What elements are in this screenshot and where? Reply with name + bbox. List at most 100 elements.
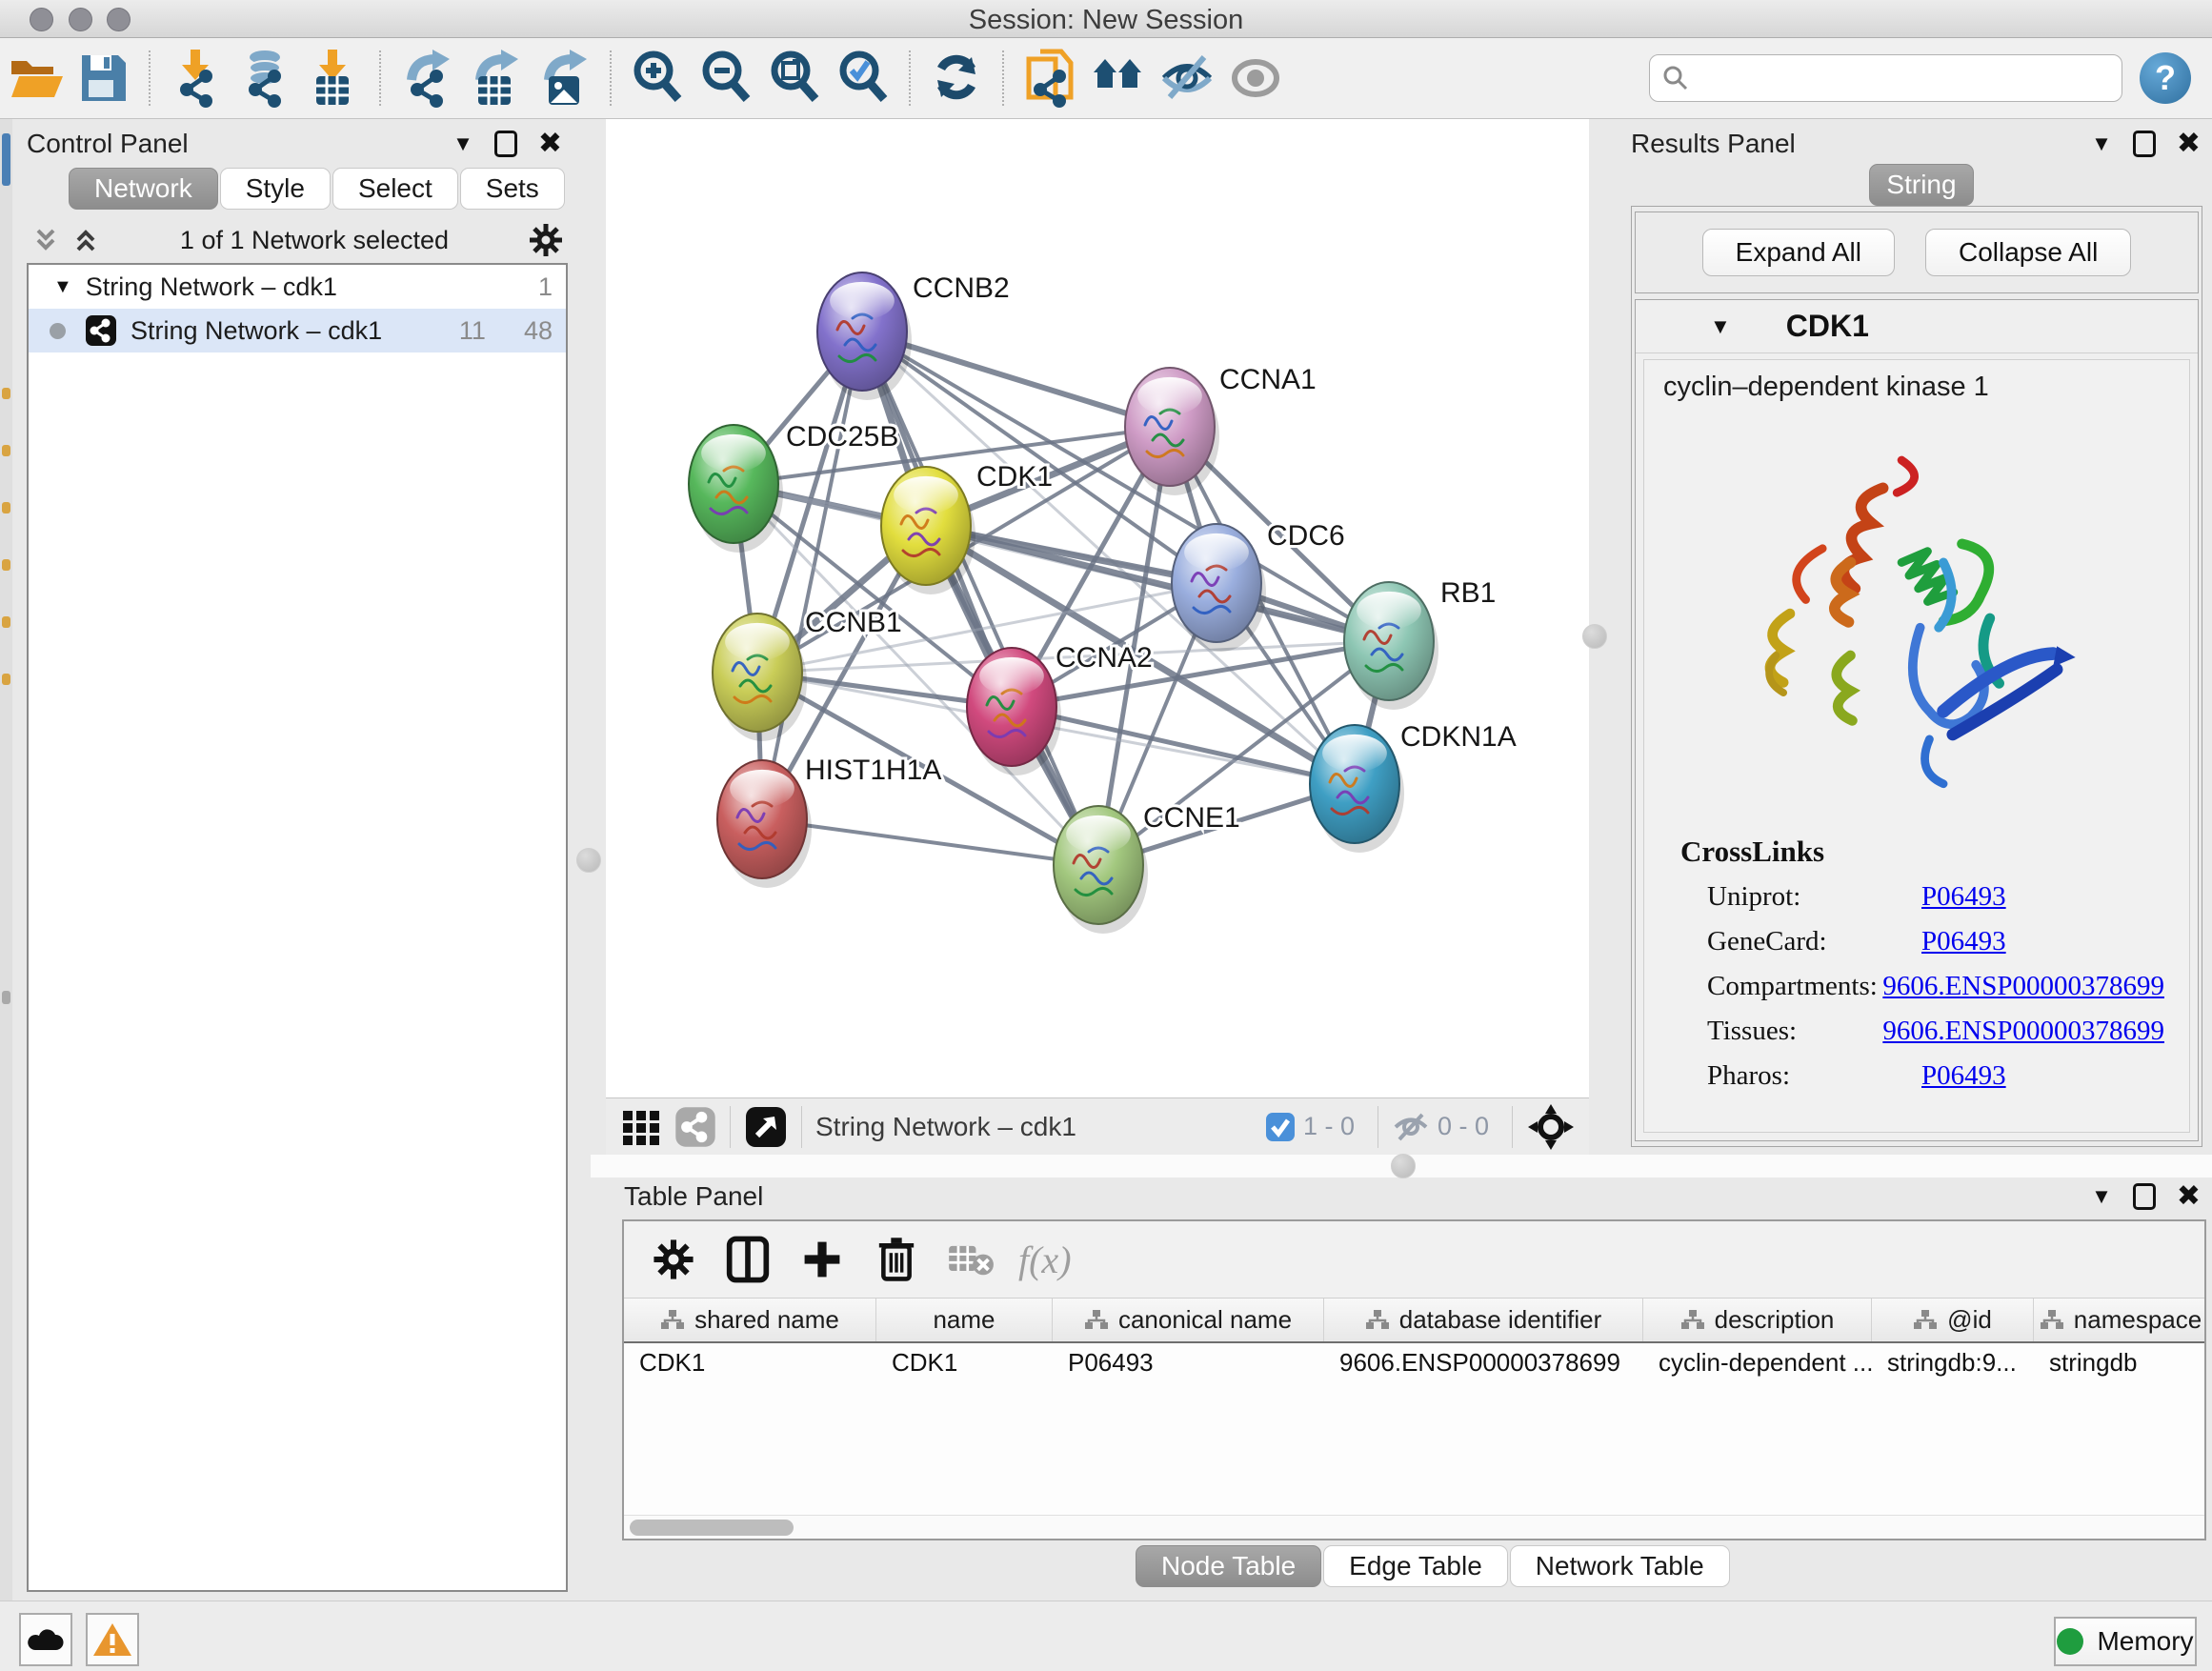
table-cell[interactable]: 9606.ENSP00000378699: [1324, 1343, 1643, 1381]
node-HIST1H1A[interactable]: HIST1H1A: [717, 755, 941, 888]
control-panel-float-icon[interactable]: [494, 131, 517, 157]
table-panel-float-icon[interactable]: [2133, 1183, 2156, 1210]
selected-checkbox-icon[interactable]: [1265, 1112, 1296, 1142]
table-hscrollbar[interactable]: [624, 1515, 2204, 1539]
results-panel-menu-icon[interactable]: ▼: [2091, 131, 2112, 156]
tree-expander-icon[interactable]: ▼: [53, 276, 72, 298]
node-CCNB1[interactable]: CCNB1: [713, 607, 902, 741]
table-cell[interactable]: stringdb:9...: [1872, 1343, 2034, 1381]
table-cell[interactable]: P06493: [1053, 1343, 1324, 1381]
left-splitter-handle[interactable]: [576, 848, 601, 873]
network-from-selection-icon[interactable]: [1021, 50, 1078, 107]
show-columns-icon[interactable]: [721, 1233, 774, 1286]
network-options-gear-icon[interactable]: [528, 222, 564, 258]
column-header-shared-name[interactable]: shared name: [624, 1299, 876, 1341]
first-neighbors-icon[interactable]: [1090, 50, 1147, 107]
zoom-out-icon[interactable]: [697, 50, 754, 107]
column-header--id[interactable]: @id: [1872, 1299, 2034, 1341]
export-network-icon[interactable]: [398, 50, 455, 107]
cloud-icon: [26, 1625, 66, 1654]
network-canvas[interactable]: CCNB2 CCNA1 CDC25B: [606, 119, 1589, 1097]
bottom-splitter-handle[interactable]: [1391, 1154, 1416, 1178]
node-CDKN1A[interactable]: CDKN1A: [1310, 721, 1517, 853]
network-share-icon[interactable]: [674, 1106, 716, 1148]
table-cell[interactable]: cyclin-dependent ...: [1643, 1343, 1872, 1381]
search-input[interactable]: [1690, 64, 2090, 93]
node-CDC6[interactable]: CDC6: [1172, 520, 1345, 652]
column-header-namespace[interactable]: namespace: [2034, 1299, 2206, 1341]
crosslink-link[interactable]: P06493: [1921, 926, 2006, 957]
control-panel-title: Control Panel: [27, 129, 189, 159]
open-file-icon[interactable]: [6, 50, 63, 107]
table-panel-close-icon[interactable]: ✖: [2177, 1182, 2201, 1211]
protein-expander-icon[interactable]: ▼: [1710, 314, 1731, 339]
birdseye-grid-icon[interactable]: [621, 1107, 661, 1147]
control-panel-close-icon[interactable]: ✖: [538, 130, 562, 158]
tab-node-table[interactable]: Node Table: [1136, 1545, 1321, 1587]
results-panel-float-icon[interactable]: [2133, 131, 2156, 157]
crosslink-link[interactable]: P06493: [1921, 881, 2006, 913]
delete-table-icon[interactable]: [944, 1233, 997, 1286]
table-hscrollbar-thumb[interactable]: [630, 1520, 794, 1536]
collapse-all-icon[interactable]: [30, 225, 61, 255]
zoom-in-icon[interactable]: [629, 50, 686, 107]
crosslink-link[interactable]: P06493: [1921, 1060, 2006, 1092]
node-RB1[interactable]: RB1: [1344, 577, 1496, 710]
desktop-edge-strip: [0, 119, 12, 1601]
delete-column-trash-icon[interactable]: [870, 1233, 923, 1286]
column-header-canonical-name[interactable]: canonical name: [1053, 1299, 1324, 1341]
tab-string[interactable]: String: [1869, 164, 1974, 206]
zoom-fit-icon[interactable]: [766, 50, 823, 107]
show-all-icon[interactable]: [1227, 50, 1284, 107]
collapse-all-button[interactable]: Collapse All: [1925, 229, 2131, 276]
fit-selected-crosshair-icon[interactable]: [1526, 1102, 1576, 1152]
right-splitter-handle[interactable]: [1582, 624, 1607, 649]
import-network-file-icon[interactable]: [168, 50, 225, 107]
protein-section-header[interactable]: ▼ CDK1: [1636, 300, 2198, 353]
tab-sets[interactable]: Sets: [460, 168, 565, 210]
crosslink-link[interactable]: 9606.ENSP00000378699: [1882, 1016, 2164, 1047]
tab-select[interactable]: Select: [332, 168, 458, 210]
table-options-gear-icon[interactable]: [647, 1233, 700, 1286]
tab-network[interactable]: Network: [69, 168, 218, 210]
search-field[interactable]: [1649, 54, 2122, 102]
tab-style[interactable]: Style: [220, 168, 331, 210]
expand-all-icon[interactable]: [70, 225, 101, 255]
save-session-icon[interactable]: [74, 50, 131, 107]
network-row[interactable]: String Network – cdk1 11 48: [29, 309, 566, 352]
table-cell[interactable]: CDK1: [624, 1343, 876, 1381]
crosslink-link[interactable]: 9606.ENSP00000378699: [1882, 971, 2164, 1002]
import-table-file-icon[interactable]: [305, 50, 362, 107]
open-external-icon[interactable]: [744, 1105, 788, 1149]
node-CCNE1[interactable]: CCNE1: [1054, 802, 1240, 934]
function-builder-icon[interactable]: f(x): [1018, 1233, 1072, 1286]
memory-label: Memory: [2097, 1626, 2193, 1657]
zoom-selected-icon[interactable]: [835, 50, 892, 107]
memory-button[interactable]: Memory: [2054, 1617, 2197, 1666]
node-CDK1[interactable]: CDK1: [881, 461, 1053, 594]
table-cell[interactable]: stringdb: [2034, 1343, 2206, 1381]
export-image-icon[interactable]: [535, 50, 593, 107]
expand-all-button[interactable]: Expand All: [1702, 229, 1895, 276]
table-cell[interactable]: CDK1: [876, 1343, 1053, 1381]
apply-layout-icon[interactable]: [928, 50, 985, 107]
node-CCNB2[interactable]: CCNB2: [817, 272, 1010, 400]
column-header-database-identifier[interactable]: database identifier: [1324, 1299, 1643, 1341]
column-header-name[interactable]: name: [876, 1299, 1053, 1341]
table-panel-menu-icon[interactable]: ▼: [2091, 1184, 2112, 1209]
control-panel-menu-icon[interactable]: ▼: [452, 131, 473, 156]
tab-edge-table[interactable]: Edge Table: [1323, 1545, 1508, 1587]
export-table-icon[interactable]: [467, 50, 524, 107]
column-header-description[interactable]: description: [1643, 1299, 1872, 1341]
hidden-eye-icon[interactable]: [1392, 1111, 1430, 1143]
help-button[interactable]: ?: [2140, 52, 2191, 104]
import-network-database-icon[interactable]: [236, 50, 293, 107]
results-panel-close-icon[interactable]: ✖: [2177, 130, 2201, 158]
table-row[interactable]: CDK1CDK1P064939606.ENSP00000378699cyclin…: [624, 1343, 2204, 1381]
tab-network-table[interactable]: Network Table: [1510, 1545, 1730, 1587]
warnings-button[interactable]: [86, 1613, 139, 1666]
create-column-plus-icon[interactable]: [795, 1233, 849, 1286]
network-collection-row[interactable]: ▼ String Network – cdk1 1: [29, 265, 566, 309]
cloud-button[interactable]: [19, 1613, 72, 1666]
hide-selected-icon[interactable]: [1158, 50, 1216, 107]
